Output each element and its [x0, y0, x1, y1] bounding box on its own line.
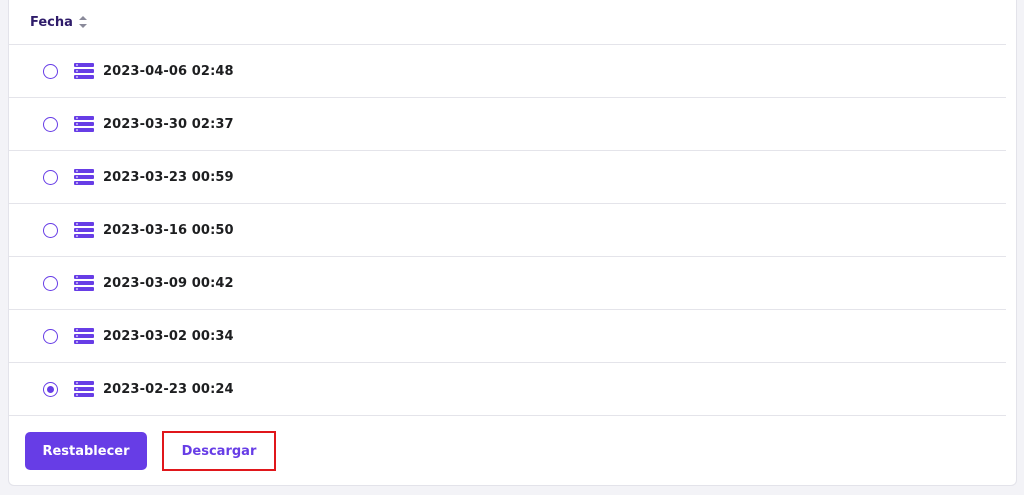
- row-radio[interactable]: [43, 116, 58, 132]
- database-icon: [74, 381, 94, 397]
- download-button[interactable]: Descargar: [162, 431, 276, 471]
- row-radio-selected[interactable]: [43, 381, 58, 397]
- action-footer: Restablecer Descargar: [9, 416, 1016, 486]
- row-date: 2023-03-23 00:59: [103, 169, 234, 185]
- row-date: 2023-03-09 00:42: [103, 275, 234, 291]
- row-radio[interactable]: [43, 63, 58, 79]
- backup-list-card: Fecha 2023-04-06 02:48 2023-03-30 02:37 …: [8, 0, 1017, 486]
- row-radio[interactable]: [43, 222, 58, 238]
- table-header[interactable]: Fecha: [9, 0, 1006, 45]
- row-date: 2023-03-30 02:37: [103, 116, 234, 132]
- row-radio[interactable]: [43, 328, 58, 344]
- database-icon: [74, 328, 94, 344]
- database-icon: [74, 169, 94, 185]
- table-row[interactable]: 2023-03-23 00:59: [9, 151, 1006, 204]
- row-date: 2023-03-02 00:34: [103, 328, 234, 344]
- row-date: 2023-03-16 00:50: [103, 222, 234, 238]
- restore-button[interactable]: Restablecer: [25, 432, 147, 470]
- backup-rows: 2023-04-06 02:48 2023-03-30 02:37 2023-0…: [9, 45, 1006, 416]
- database-icon: [74, 275, 94, 291]
- table-row[interactable]: 2023-03-30 02:37: [9, 98, 1006, 151]
- database-icon: [74, 116, 94, 132]
- table-row[interactable]: 2023-04-06 02:48: [9, 45, 1006, 98]
- table-row[interactable]: 2023-03-09 00:42: [9, 257, 1006, 310]
- row-radio[interactable]: [43, 275, 58, 291]
- row-date: 2023-02-23 00:24: [103, 381, 234, 397]
- sort-icon[interactable]: [78, 16, 87, 28]
- column-header-date[interactable]: Fecha: [30, 15, 73, 30]
- table-row[interactable]: 2023-02-23 00:24: [9, 363, 1006, 416]
- row-date: 2023-04-06 02:48: [103, 63, 234, 79]
- database-icon: [74, 222, 94, 238]
- table-row[interactable]: 2023-03-16 00:50: [9, 204, 1006, 257]
- row-radio[interactable]: [43, 169, 58, 185]
- database-icon: [74, 63, 94, 79]
- table-row[interactable]: 2023-03-02 00:34: [9, 310, 1006, 363]
